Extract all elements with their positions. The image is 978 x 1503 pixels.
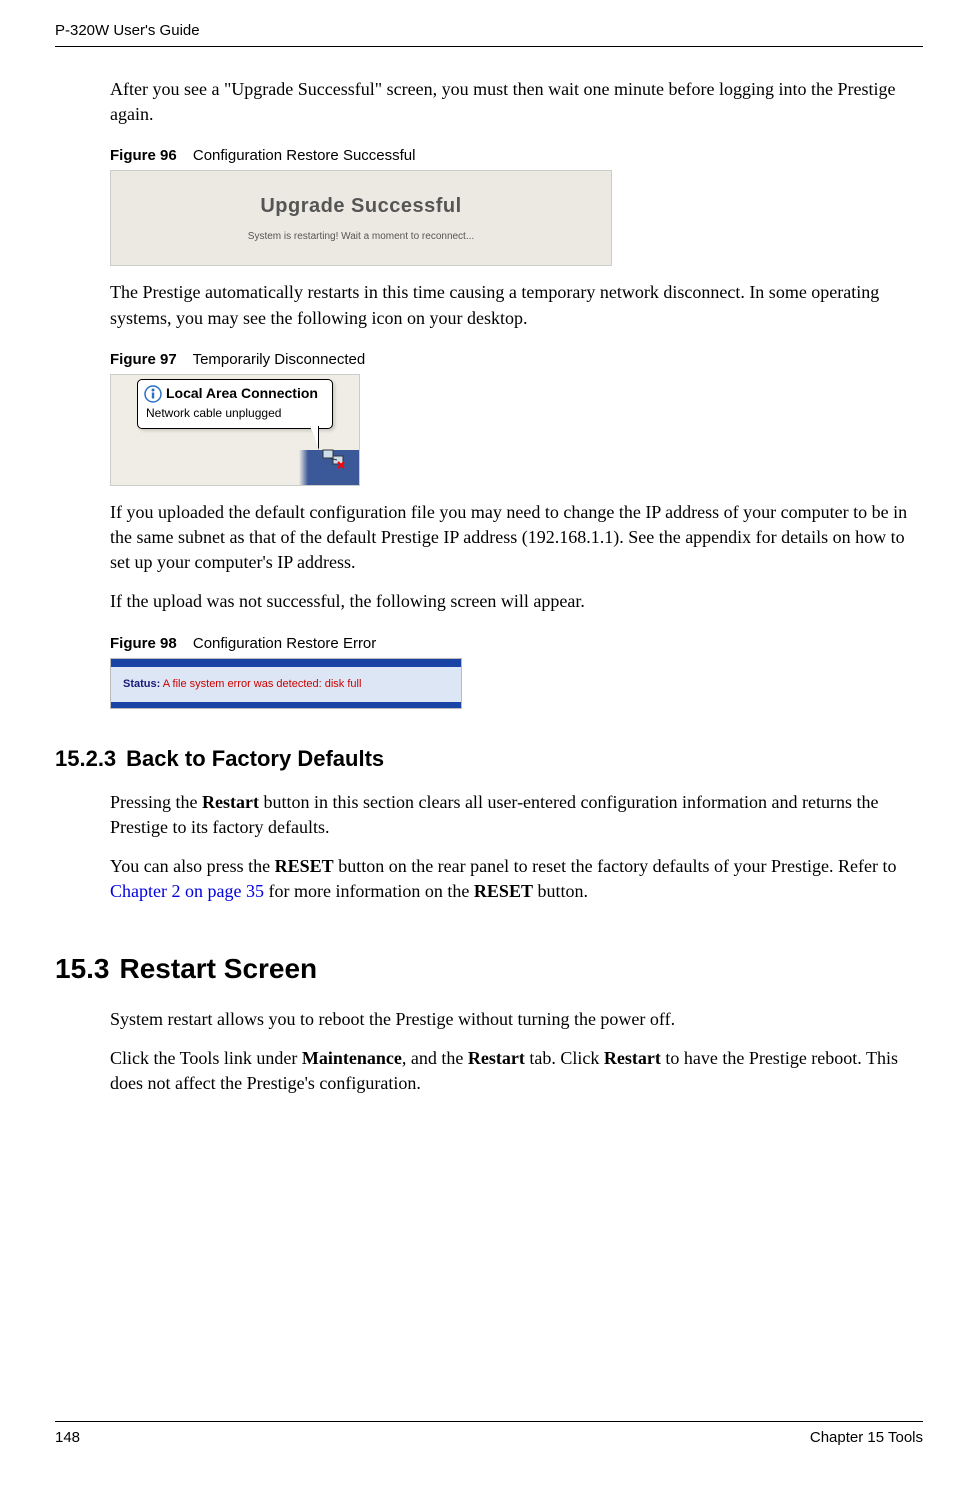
section-15-2-3-para1: Pressing the Restart button in this sect…	[110, 790, 923, 840]
figure-96-image: Upgrade Successful System is restarting!…	[110, 170, 612, 266]
paragraph-after-fig96: The Prestige automatically restarts in t…	[110, 280, 923, 330]
figure-96-num: Figure 96	[110, 147, 177, 164]
intro-paragraph: After you see a "Upgrade Successful" scr…	[110, 77, 923, 127]
paragraph-upload-fail: If the upload was not successful, the fo…	[110, 589, 923, 614]
header-left: P-320W User's Guide	[55, 20, 200, 41]
figure-97-caption: Figure 97 Temporarily Disconnected	[110, 349, 923, 370]
section-15-3-num: 15.3	[55, 953, 110, 984]
reset-bold-2: RESET	[474, 881, 533, 901]
figure-97-num: Figure 97	[110, 351, 177, 368]
figure-97-image: Local Area Connection Network cable unpl…	[110, 374, 360, 486]
section-15-2-3-title: Back to Factory Defaults	[126, 746, 384, 771]
upgrade-successful-title: Upgrade Successful	[260, 192, 461, 220]
footer-chapter: Chapter 15 Tools	[810, 1427, 923, 1448]
restart-tab-bold: Restart	[468, 1048, 525, 1068]
balloon-title: Local Area Connection	[166, 384, 318, 404]
reset-bold: RESET	[275, 856, 334, 876]
taskbar-background	[299, 450, 359, 485]
section-15-3-para1: System restart allows you to reboot the …	[110, 1007, 923, 1032]
maintenance-bold: Maintenance	[302, 1048, 402, 1068]
figure-98-caption: Figure 98 Configuration Restore Error	[110, 633, 923, 654]
page-header: P-320W User's Guide	[55, 20, 923, 47]
section-15-2-3-heading: 15.2.3 Back to Factory Defaults	[55, 744, 923, 775]
footer-page-number: 148	[55, 1427, 80, 1448]
network-disconnected-tray-icon	[321, 448, 347, 477]
balloon-subtitle: Network cable unplugged	[146, 405, 324, 422]
section-15-2-3-num: 15.2.3	[55, 746, 116, 771]
section-15-3-title: Restart Screen	[120, 953, 318, 984]
info-icon	[144, 385, 162, 403]
figure-98-caption-text: Configuration Restore Error	[193, 635, 376, 652]
section-15-3-heading: 15.3 Restart Screen	[55, 949, 923, 988]
figure-98-num: Figure 98	[110, 635, 177, 652]
status-label: Status:	[123, 678, 160, 690]
chapter-2-link[interactable]: Chapter 2 on page 35	[110, 881, 264, 901]
restart-bold: Restart	[202, 792, 259, 812]
section-15-2-3-para2: You can also press the RESET button on t…	[110, 854, 923, 904]
restart-click-bold: Restart	[604, 1048, 661, 1068]
section-15-3-para2: Click the Tools link under Maintenance, …	[110, 1046, 923, 1096]
status-error-text: A file system error was detected: disk f…	[163, 678, 362, 690]
figure-96-caption: Figure 96 Configuration Restore Successf…	[110, 145, 923, 166]
paragraph-after-fig97: If you uploaded the default configuratio…	[110, 500, 923, 576]
page-footer: 148 Chapter 15 Tools	[55, 1421, 923, 1448]
figure-98-image: Status: A file system error was detected…	[110, 658, 462, 709]
figure-97-caption-text: Temporarily Disconnected	[193, 351, 366, 368]
figure-96-caption-text: Configuration Restore Successful	[193, 147, 416, 164]
upgrade-successful-subtitle: System is restarting! Wait a moment to r…	[248, 230, 474, 244]
notification-balloon: Local Area Connection Network cable unpl…	[137, 379, 333, 429]
